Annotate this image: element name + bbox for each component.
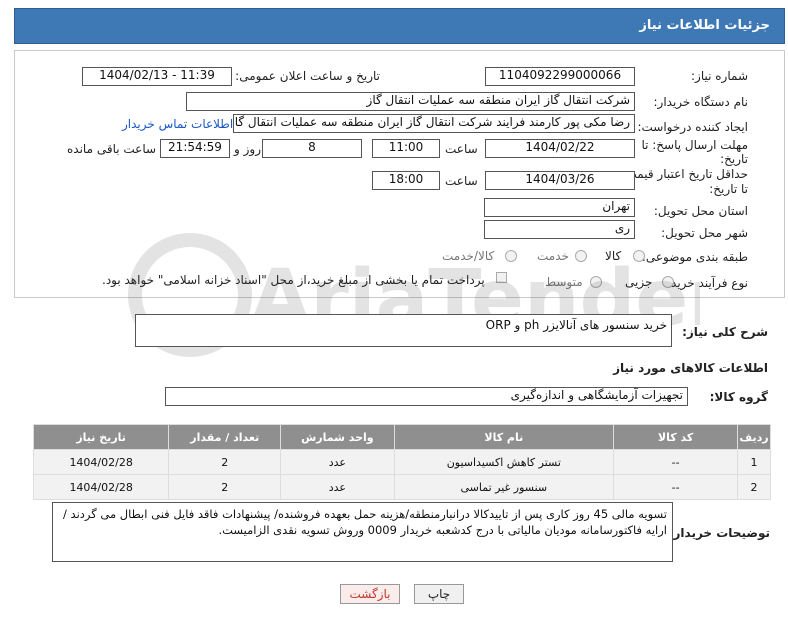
- city-label: شهر محل تحویل:: [661, 226, 748, 240]
- city-field: ری: [484, 220, 635, 239]
- deadline-label: مهلت ارسال پاسخ: تا: [641, 138, 748, 152]
- remaining-time-label: ساعت باقی مانده: [67, 142, 157, 156]
- page-header: جزئیات اطلاعات نیاز: [14, 8, 785, 44]
- category-goods-radio[interactable]: [633, 250, 645, 262]
- buyer-notes-field[interactable]: تسویه مالی 45 روز کاری پس از تاییدکالا د…: [52, 502, 673, 562]
- request-creator-field: رضا مکی پور کارمند فرایند شرکت انتقال گا…: [233, 114, 635, 133]
- col-date: تاریخ نیاز: [32, 424, 170, 450]
- announce-datetime-field: 1404/02/13 - 11:39: [82, 67, 232, 86]
- goods-info-title: اطلاعات کالاهای مورد نیاز: [613, 361, 768, 375]
- items-table-header: ردیف کد کالا نام کالا واحد شمارش تعداد /…: [32, 424, 771, 450]
- cell-row: 1: [737, 449, 771, 475]
- page-title: جزئیات اطلاعات نیاز: [639, 18, 770, 33]
- col-qty: تعداد / مقدار: [168, 424, 282, 450]
- cell-qty: 2: [168, 474, 282, 500]
- price-validity-label-date: تا تاریخ:: [709, 182, 748, 196]
- price-validity-time-label: ساعت: [445, 174, 478, 188]
- cell-row: 2: [737, 474, 771, 500]
- need-number-label: شماره نیاز:: [691, 69, 748, 83]
- price-validity-label: حداقل تاریخ اعتبار قیمت:: [621, 167, 748, 181]
- process-medium-label: متوسط: [545, 275, 583, 289]
- cell-code: --: [613, 449, 739, 475]
- process-small-radio[interactable]: [662, 276, 674, 288]
- goods-group-label: گروه کالا:: [709, 390, 768, 404]
- purchase-process-label: نوع فرآیند خرید :: [663, 276, 748, 290]
- print-button[interactable]: چاپ: [414, 584, 464, 604]
- province-field: تهران: [484, 198, 635, 217]
- buyer-org-label: نام دستگاه خریدار:: [653, 95, 749, 109]
- buyer-notes-label: توضیحات خریدار:: [668, 526, 770, 540]
- deadline-time-label: ساعت: [445, 142, 478, 156]
- cell-name: تستر کاهش اکسیداسیون: [393, 449, 615, 475]
- remaining-time-field: 21:54:59: [160, 139, 230, 158]
- items-table: ردیف کد کالا نام کالا واحد شمارش تعداد /…: [32, 424, 771, 500]
- request-creator-label: ایجاد کننده درخواست:: [637, 120, 748, 134]
- treasury-payment-note: پرداخت تمام یا بخشی از مبلغ خرید،از محل …: [102, 273, 485, 287]
- table-row: 2 -- سنسور غیر تماسی عدد 2 1404/02/28: [32, 474, 771, 500]
- goods-group-field: تجهیزات آزمایشگاهی و اندازه‌گیری: [165, 387, 688, 406]
- cell-date: 1404/02/28: [32, 474, 170, 500]
- category-goods-service-radio[interactable]: [505, 250, 517, 262]
- col-row: ردیف: [737, 424, 771, 450]
- col-unit: واحد شمارش: [280, 424, 395, 450]
- category-service-radio[interactable]: [575, 250, 587, 262]
- col-code: کد کالا: [613, 424, 739, 450]
- table-row: 1 -- تستر کاهش اکسیداسیون عدد 2 1404/02/…: [32, 449, 771, 475]
- announce-datetime-label: تاریخ و ساعت اعلان عمومی:: [235, 69, 380, 83]
- category-label: طبقه بندی موضوعی:: [641, 250, 748, 264]
- category-goods-service-label: کالا/خدمت: [442, 249, 495, 263]
- cell-name: سنسور غیر تماسی: [393, 474, 615, 500]
- cell-qty: 2: [168, 449, 282, 475]
- process-medium-radio[interactable]: [590, 276, 602, 288]
- treasury-payment-checkbox[interactable]: [496, 272, 507, 283]
- need-number-field: 1104092299000066: [485, 67, 635, 86]
- buyer-contact-link[interactable]: اطلاعات تماس خریدار: [122, 117, 233, 131]
- buyer-org-field: شرکت انتقال گاز ایران منطقه سه عملیات ان…: [186, 92, 635, 111]
- back-button[interactable]: بازگشت: [340, 584, 400, 604]
- summary-field[interactable]: خرید سنسور های آنالایزر ph و ORP: [135, 314, 672, 347]
- cell-date: 1404/02/28: [32, 449, 170, 475]
- deadline-date-field: 1404/02/22: [485, 139, 635, 158]
- process-small-label: جزیی: [625, 275, 653, 289]
- deadline-time-field: 11:00: [372, 139, 440, 158]
- col-name: نام کالا: [393, 424, 615, 450]
- price-validity-date-field: 1404/03/26: [485, 171, 635, 190]
- summary-label: شرح کلی نیاز:: [682, 325, 768, 339]
- province-label: استان محل تحویل:: [653, 204, 748, 218]
- cell-unit: عدد: [280, 474, 395, 500]
- days-label: روز و: [234, 142, 261, 156]
- remaining-days-field: 8: [262, 139, 362, 158]
- cell-code: --: [613, 474, 739, 500]
- category-goods-label: کالا: [605, 249, 622, 263]
- cell-unit: عدد: [280, 449, 395, 475]
- price-validity-time-field: 18:00: [372, 171, 440, 190]
- category-service-label: خدمت: [537, 249, 569, 263]
- deadline-label-date: تاریخ:: [720, 152, 748, 166]
